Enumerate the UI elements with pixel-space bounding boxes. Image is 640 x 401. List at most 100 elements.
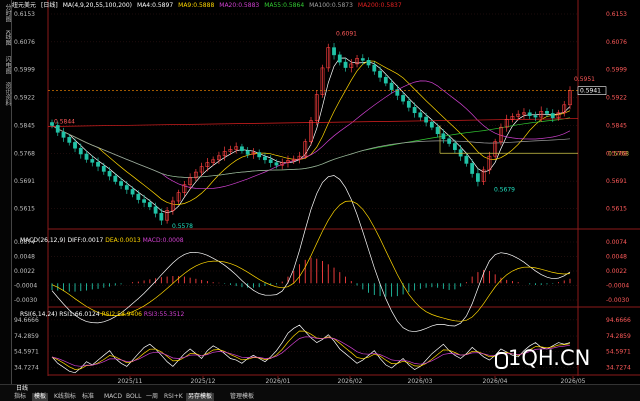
candle-body — [78, 147, 83, 155]
y-tick-left: 0.6153 — [14, 11, 35, 18]
macd-y-tick-right: -0.0030 — [606, 297, 629, 304]
rsi-header: RSI(6,14,24) RSI1:66.0124 RSI2:58.9406 R… — [20, 310, 184, 319]
candle-body — [55, 125, 60, 133]
candle-body — [67, 137, 72, 143]
tab-daily[interactable]: 日线 — [14, 385, 30, 393]
candle-body — [424, 116, 429, 123]
ma20-value: MA20:0.5883 — [219, 2, 260, 9]
rsi-y-tick-left: 54.5971 — [14, 349, 39, 356]
macd-panel — [51, 175, 571, 333]
sidebar-item-news[interactable]: 资讯资料 — [0, 82, 11, 106]
candle-body — [153, 206, 158, 214]
y-tick-left: 0.5845 — [14, 122, 35, 129]
sidebar-item-timeshare[interactable]: 分时图 — [0, 4, 11, 22]
grid-lines — [47, 0, 640, 376]
candle-body — [136, 193, 141, 200]
left-sidebar: 分时图 K线图 闪电图 资讯资料 — [0, 0, 12, 384]
sidebar-item-flash[interactable]: 闪电图 — [0, 56, 11, 74]
candle-body — [441, 133, 446, 140]
candle-body — [418, 112, 423, 118]
candle-body — [257, 152, 262, 158]
candle-body — [464, 155, 469, 164]
candle-body — [378, 70, 382, 78]
macd-y-tick-left: -0.0004 — [14, 283, 37, 290]
sidebar-item-kline[interactable]: K线图 — [0, 30, 11, 46]
candle-body — [147, 202, 152, 208]
annotation-current: 0.5941 — [580, 88, 601, 95]
ma55-value: MA55:0.5864 — [264, 2, 305, 9]
candle-body — [107, 171, 112, 177]
y-tick-right: 0.5691 — [606, 178, 627, 185]
watermark-logo-icon — [495, 352, 508, 369]
candlestick-series — [50, 42, 572, 226]
y-tick-left: 0.5922 — [14, 95, 35, 102]
y-tick-left: 0.5691 — [14, 178, 35, 185]
candle-body — [447, 138, 452, 144]
candle-body — [401, 95, 405, 102]
candle-body — [366, 60, 371, 66]
candle-body — [452, 143, 457, 150]
candle-body — [142, 199, 146, 203]
candle-body — [550, 113, 555, 119]
candle-body — [476, 173, 480, 182]
macd-y-tick-left: 0.0048 — [14, 254, 35, 261]
candle-body — [383, 77, 388, 84]
rsi-y-tick-left: 74.2859 — [14, 333, 39, 340]
candle-body — [101, 165, 106, 172]
candle-body — [61, 131, 66, 138]
candle-body — [90, 159, 95, 163]
y-tick-right: 0.5922 — [606, 95, 627, 102]
candle-body — [343, 61, 348, 68]
candle-body — [527, 112, 532, 116]
macd-diff-value: DIFF:0.0017 — [67, 237, 104, 244]
candle-body — [429, 121, 434, 128]
ma9-value: MA9:0.5888 — [178, 2, 215, 9]
macd-diff-line — [51, 175, 571, 333]
bottom-toolbar: 日线 指标 模板 K线指标 标准 MACD BOLL 一周 RSI+K 另存模板… — [0, 384, 640, 401]
candle-body — [470, 163, 475, 174]
rsi-title: RSI(6,14,24) — [20, 311, 58, 318]
annotation-low-right: 0.5679 — [494, 186, 515, 193]
candle-body — [268, 159, 273, 163]
watermark-text: 1QH.CN — [508, 346, 591, 370]
macd-dea-value: DEA:0.0013 — [105, 237, 141, 244]
rsi1-value: RSI1:66.0124 — [59, 311, 100, 318]
y-tick-right: 0.5845 — [606, 122, 627, 129]
symbol-name: 纽元美元 — [12, 2, 37, 9]
candle-body — [245, 150, 250, 155]
ma200-value: MA200:0.5837 — [357, 2, 402, 9]
candle-body — [240, 146, 244, 152]
rsi2-value: RSI2:58.9406 — [101, 311, 142, 318]
candle-body — [113, 175, 118, 182]
candle-body — [406, 100, 411, 108]
candle-body — [337, 54, 342, 63]
rsi-y-tick-right: 74.2859 — [606, 333, 631, 340]
y-tick-right: 0.6153 — [606, 11, 627, 18]
rsi6-line — [51, 324, 571, 374]
candle-body — [372, 64, 377, 72]
ma100-value: MA100:0.5873 — [309, 2, 353, 9]
candle-body — [159, 213, 164, 221]
y-tick-left: 0.5768 — [14, 150, 35, 157]
y-tick-right: 0.5615 — [606, 206, 627, 213]
candle-body — [332, 47, 336, 56]
annotation-low-left: 0.5578 — [172, 223, 193, 230]
annotation-last-high: 0.5951 — [574, 76, 595, 83]
macd-y-tick-left: -0.0030 — [14, 297, 37, 304]
macd-y-tick-left: 0.0022 — [14, 268, 35, 275]
candle-body — [124, 185, 129, 190]
macd-y-tick-right: 0.0048 — [606, 254, 627, 261]
ma4-value: MA4:0.5897 — [137, 2, 174, 9]
candle-body — [389, 82, 394, 90]
macd-y-tick-right: -0.0004 — [606, 283, 629, 290]
rsi-panel — [51, 324, 571, 374]
rsi-y-tick-right: 54.5971 — [606, 349, 631, 356]
rsi-y-tick-left: 34.7274 — [14, 364, 39, 371]
candle-body — [412, 107, 417, 114]
indicator-header: 纽元美元 [日线] MA(4,9,20,55,100,200) MA4:0.5897 M… — [12, 0, 407, 12]
macd-title: MACD(26,12,9) — [20, 237, 66, 244]
ma-header: MA(4,9,20,55,100,200) — [62, 2, 133, 9]
y-tick-left: 0.5615 — [14, 206, 35, 213]
y-tick-right: 0.5768 — [606, 150, 627, 157]
period-label[interactable]: [日线] — [41, 2, 58, 9]
